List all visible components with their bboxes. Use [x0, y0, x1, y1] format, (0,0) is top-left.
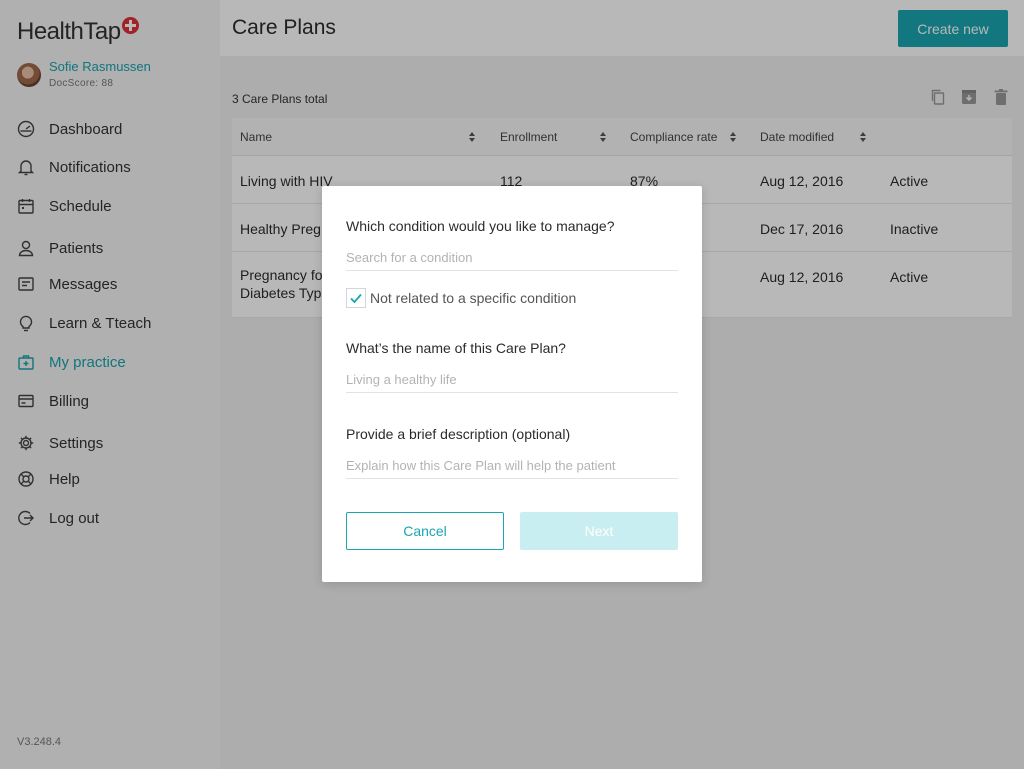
no-condition-label: Not related to a specific condition — [370, 290, 577, 306]
condition-question: Which condition would you like to manage… — [346, 218, 615, 234]
description-input[interactable] — [346, 453, 678, 479]
description-question: Provide a brief description (optional) — [346, 426, 571, 442]
no-condition-checkbox-row[interactable]: Not related to a specific condition — [346, 288, 576, 308]
next-button[interactable]: Next — [520, 512, 678, 550]
name-question: What’s the name of this Care Plan? — [346, 340, 566, 356]
no-condition-checkbox[interactable] — [346, 288, 366, 308]
condition-search-input[interactable] — [346, 245, 678, 271]
create-care-plan-modal: Which condition would you like to manage… — [322, 186, 702, 582]
care-plan-name-input[interactable] — [346, 367, 678, 393]
checkmark-icon — [350, 293, 362, 304]
cancel-button[interactable]: Cancel — [346, 512, 504, 550]
